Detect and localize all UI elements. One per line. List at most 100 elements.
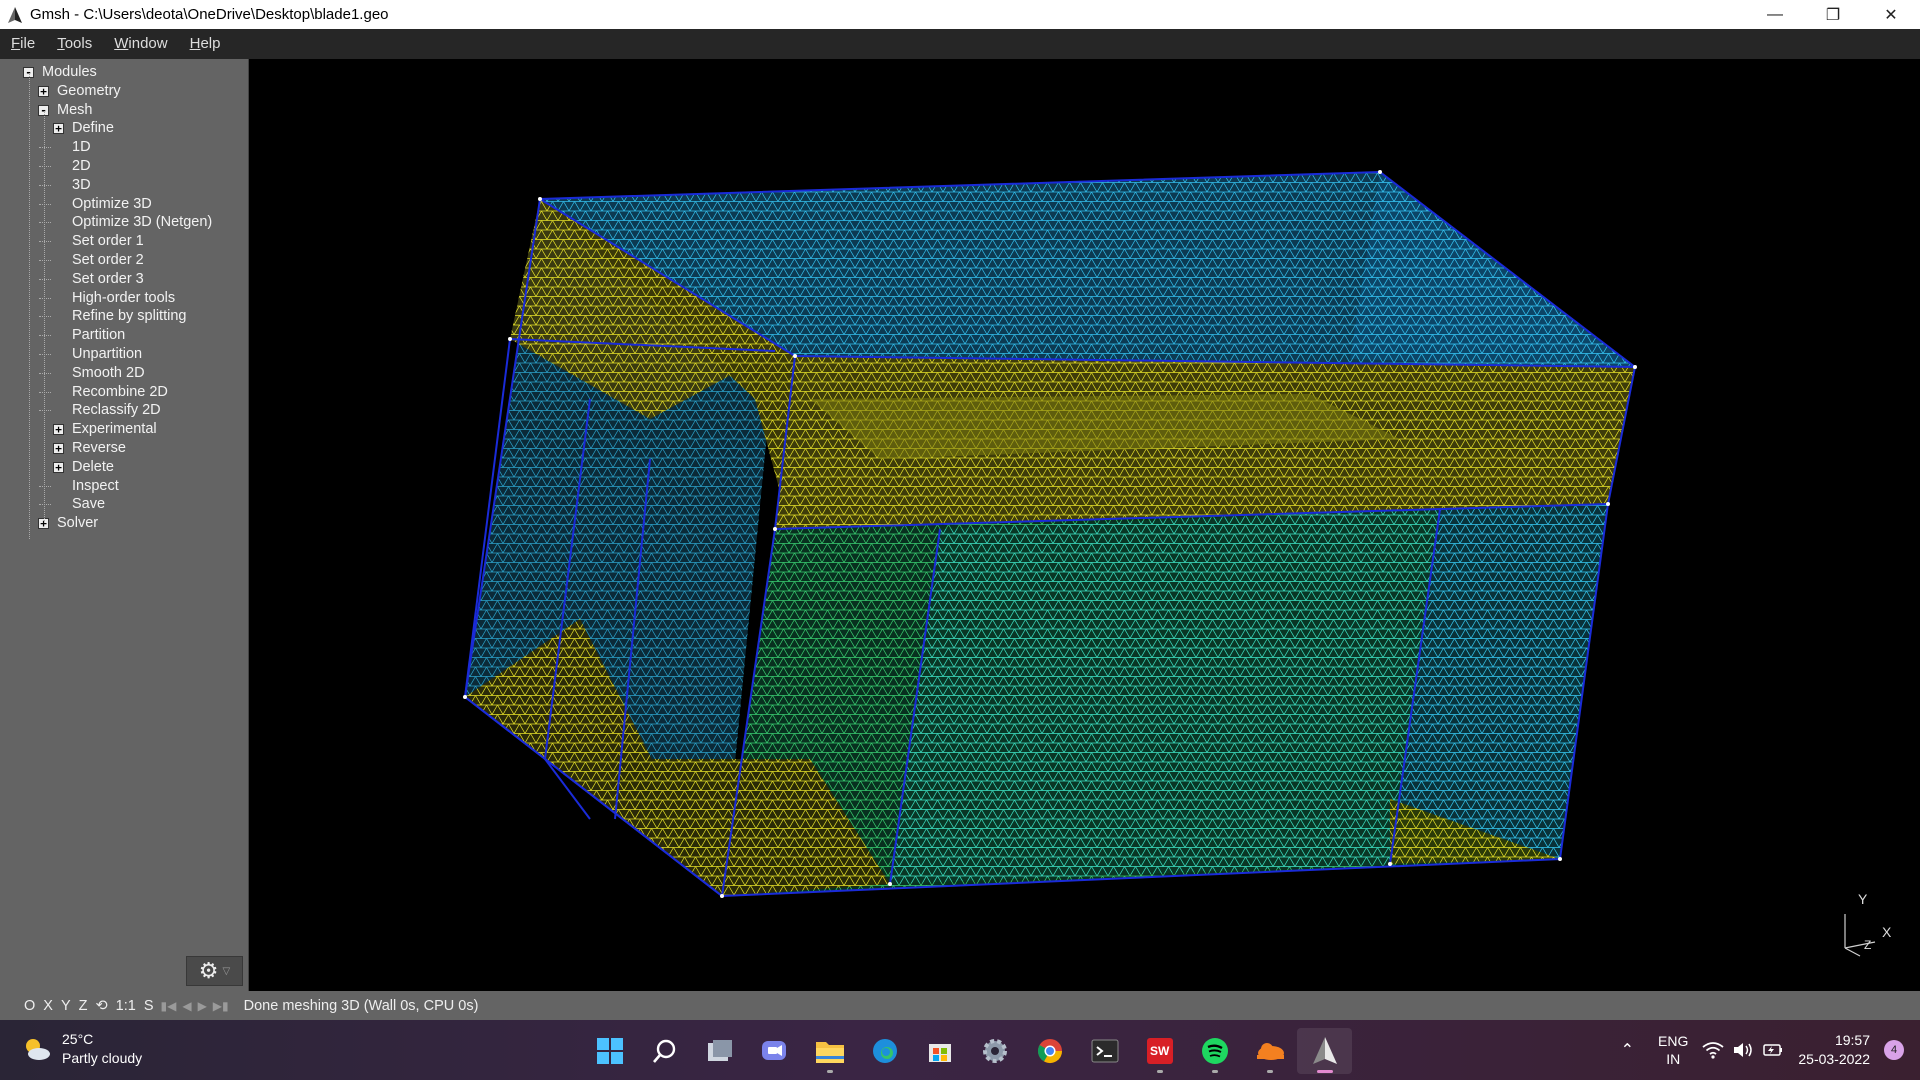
tree-node[interactable]: Optimize 3D (Netgen): [0, 213, 249, 232]
select-s-button[interactable]: S: [140, 998, 158, 1014]
rotate-icon[interactable]: ⟲: [91, 998, 111, 1014]
axis-y-label: Y: [1858, 891, 1868, 907]
language-code: ENG: [1658, 1033, 1689, 1049]
battery-charging-icon[interactable]: [1762, 1041, 1784, 1059]
cloudflare-warp-button[interactable]: [1242, 1028, 1297, 1074]
tree-node-label: Delete: [72, 458, 114, 475]
tree-node[interactable]: Partition: [0, 326, 249, 345]
expand-icon[interactable]: +: [53, 123, 64, 135]
input-language-indicator[interactable]: ENG IN: [1658, 1032, 1688, 1068]
tree-node[interactable]: Inspect: [0, 477, 249, 496]
windows-logo-icon: [596, 1038, 623, 1064]
tree-node-label: Smooth 2D: [72, 364, 145, 381]
tree-node[interactable]: + Reverse: [0, 439, 249, 458]
expand-icon[interactable]: +: [38, 85, 49, 97]
weather-condition: Partly cloudy: [62, 1050, 143, 1066]
tree-node[interactable]: 1D: [0, 138, 249, 157]
restore-button[interactable]: ❐: [1804, 0, 1862, 29]
task-view-button[interactable]: [692, 1028, 747, 1074]
tree-node[interactable]: + Solver: [0, 514, 249, 533]
tree-node[interactable]: - Modules: [0, 63, 249, 82]
tree-node[interactable]: Reclassify 2D: [0, 401, 249, 420]
close-button[interactable]: ✕: [1862, 0, 1920, 29]
tree-connector: [39, 485, 51, 487]
show-hidden-icons-chevron-up-icon[interactable]: ⌃: [1621, 1040, 1634, 1060]
tree-node-label: Set order 3: [72, 270, 144, 287]
ms-store-button[interactable]: [912, 1028, 967, 1074]
tree-node-label: Modules: [42, 64, 97, 80]
tree-node[interactable]: + Delete: [0, 458, 249, 477]
settings-gear-icon: [982, 1039, 1007, 1063]
gmsh-taskbar-button[interactable]: [1297, 1028, 1352, 1074]
tree-node[interactable]: Unpartition: [0, 345, 249, 364]
tree-node[interactable]: Set order 1: [0, 232, 249, 251]
first-frame-icon[interactable]: ▮◀: [157, 999, 179, 1013]
tree-node-label: Geometry: [57, 82, 121, 99]
tree-node[interactable]: High-order tools: [0, 289, 249, 308]
solidworks-button[interactable]: SW: [1132, 1028, 1187, 1074]
clock-date: 25-03-2022: [1798, 1051, 1870, 1067]
task-view-icon: [707, 1040, 732, 1061]
expand-icon[interactable]: +: [53, 424, 64, 436]
start-button[interactable]: [582, 1028, 637, 1074]
settings-button[interactable]: [967, 1028, 1022, 1074]
tree-node[interactable]: + Define: [0, 119, 249, 138]
tree-connector: [39, 504, 51, 506]
tree-node[interactable]: Save: [0, 495, 249, 514]
settings-gear-button[interactable]: ⚙ ▽: [186, 956, 243, 986]
view-z-button[interactable]: Z: [75, 998, 92, 1014]
tree-node[interactable]: 2D: [0, 157, 249, 176]
tree-node[interactable]: Set order 3: [0, 270, 249, 289]
tree-node[interactable]: Optimize 3D: [0, 195, 249, 214]
view-y-button[interactable]: Y: [57, 998, 75, 1014]
view-x-button[interactable]: X: [39, 998, 57, 1014]
graphics-viewport[interactable]: Y X Z: [250, 59, 1920, 991]
weather-widget[interactable]: 25°C Partly cloudy: [22, 1030, 142, 1068]
tree-node[interactable]: 3D: [0, 176, 249, 195]
tree-node-label: Reverse: [72, 439, 126, 456]
menu-window[interactable]: Window: [103, 29, 178, 59]
mesh-render[interactable]: Y X Z: [250, 59, 1920, 991]
tree-node[interactable]: + Experimental: [0, 420, 249, 439]
minimize-button[interactable]: —: [1746, 0, 1804, 29]
expand-icon[interactable]: +: [53, 442, 64, 454]
tree-node[interactable]: Set order 2: [0, 251, 249, 270]
edge-browser-button[interactable]: [857, 1028, 912, 1074]
clock-time: 19:57: [1834, 1032, 1870, 1048]
teams-chat-button[interactable]: [747, 1028, 802, 1074]
chrome-button[interactable]: [1022, 1028, 1077, 1074]
wifi-icon[interactable]: [1702, 1041, 1724, 1059]
axis-z-label: Z: [1864, 938, 1871, 952]
search-button[interactable]: [637, 1028, 692, 1074]
edge-icon: [872, 1039, 897, 1063]
play-icon[interactable]: ▶: [195, 999, 210, 1013]
tree-node[interactable]: Refine by splitting: [0, 307, 249, 326]
solidworks-icon: SW: [1146, 1038, 1173, 1064]
spotify-button[interactable]: [1187, 1028, 1242, 1074]
tree-node[interactable]: Recombine 2D: [0, 383, 249, 402]
window-titlebar: Gmsh - C:\Users\deota\OneDrive\Desktop\b…: [0, 0, 1920, 29]
menu-help[interactable]: Help: [179, 29, 232, 59]
expand-icon[interactable]: +: [53, 461, 64, 473]
tree-node[interactable]: Smooth 2D: [0, 364, 249, 383]
tree-connector: [39, 165, 51, 167]
tree-node-label: Set order 1: [72, 233, 144, 250]
tree-node-label: Set order 2: [72, 251, 144, 268]
volume-icon[interactable]: [1732, 1041, 1754, 1059]
notification-count-badge[interactable]: 4: [1884, 1040, 1904, 1060]
tree-node[interactable]: + Geometry: [0, 82, 249, 101]
clock[interactable]: 19:57 25-03-2022: [1798, 1031, 1870, 1069]
menu-file[interactable]: File: [0, 29, 46, 59]
last-frame-icon[interactable]: ▶▮: [210, 999, 232, 1013]
tree-node[interactable]: - Mesh: [0, 101, 249, 120]
menu-tools[interactable]: Tools: [46, 29, 103, 59]
tree-connector: [39, 335, 51, 337]
previous-frame-icon[interactable]: ◀: [179, 999, 194, 1013]
view-origin-button[interactable]: O: [20, 998, 39, 1014]
terminal-button[interactable]: [1077, 1028, 1132, 1074]
file-explorer-button[interactable]: [802, 1028, 857, 1074]
module-tree: - Modules + Geometry - Mesh + Define 1D 2D 3D Optim…: [0, 63, 249, 539]
gmsh-icon: [1312, 1037, 1337, 1064]
scale-1to1-button[interactable]: 1:1: [112, 998, 140, 1014]
tree-connector: [39, 372, 51, 374]
